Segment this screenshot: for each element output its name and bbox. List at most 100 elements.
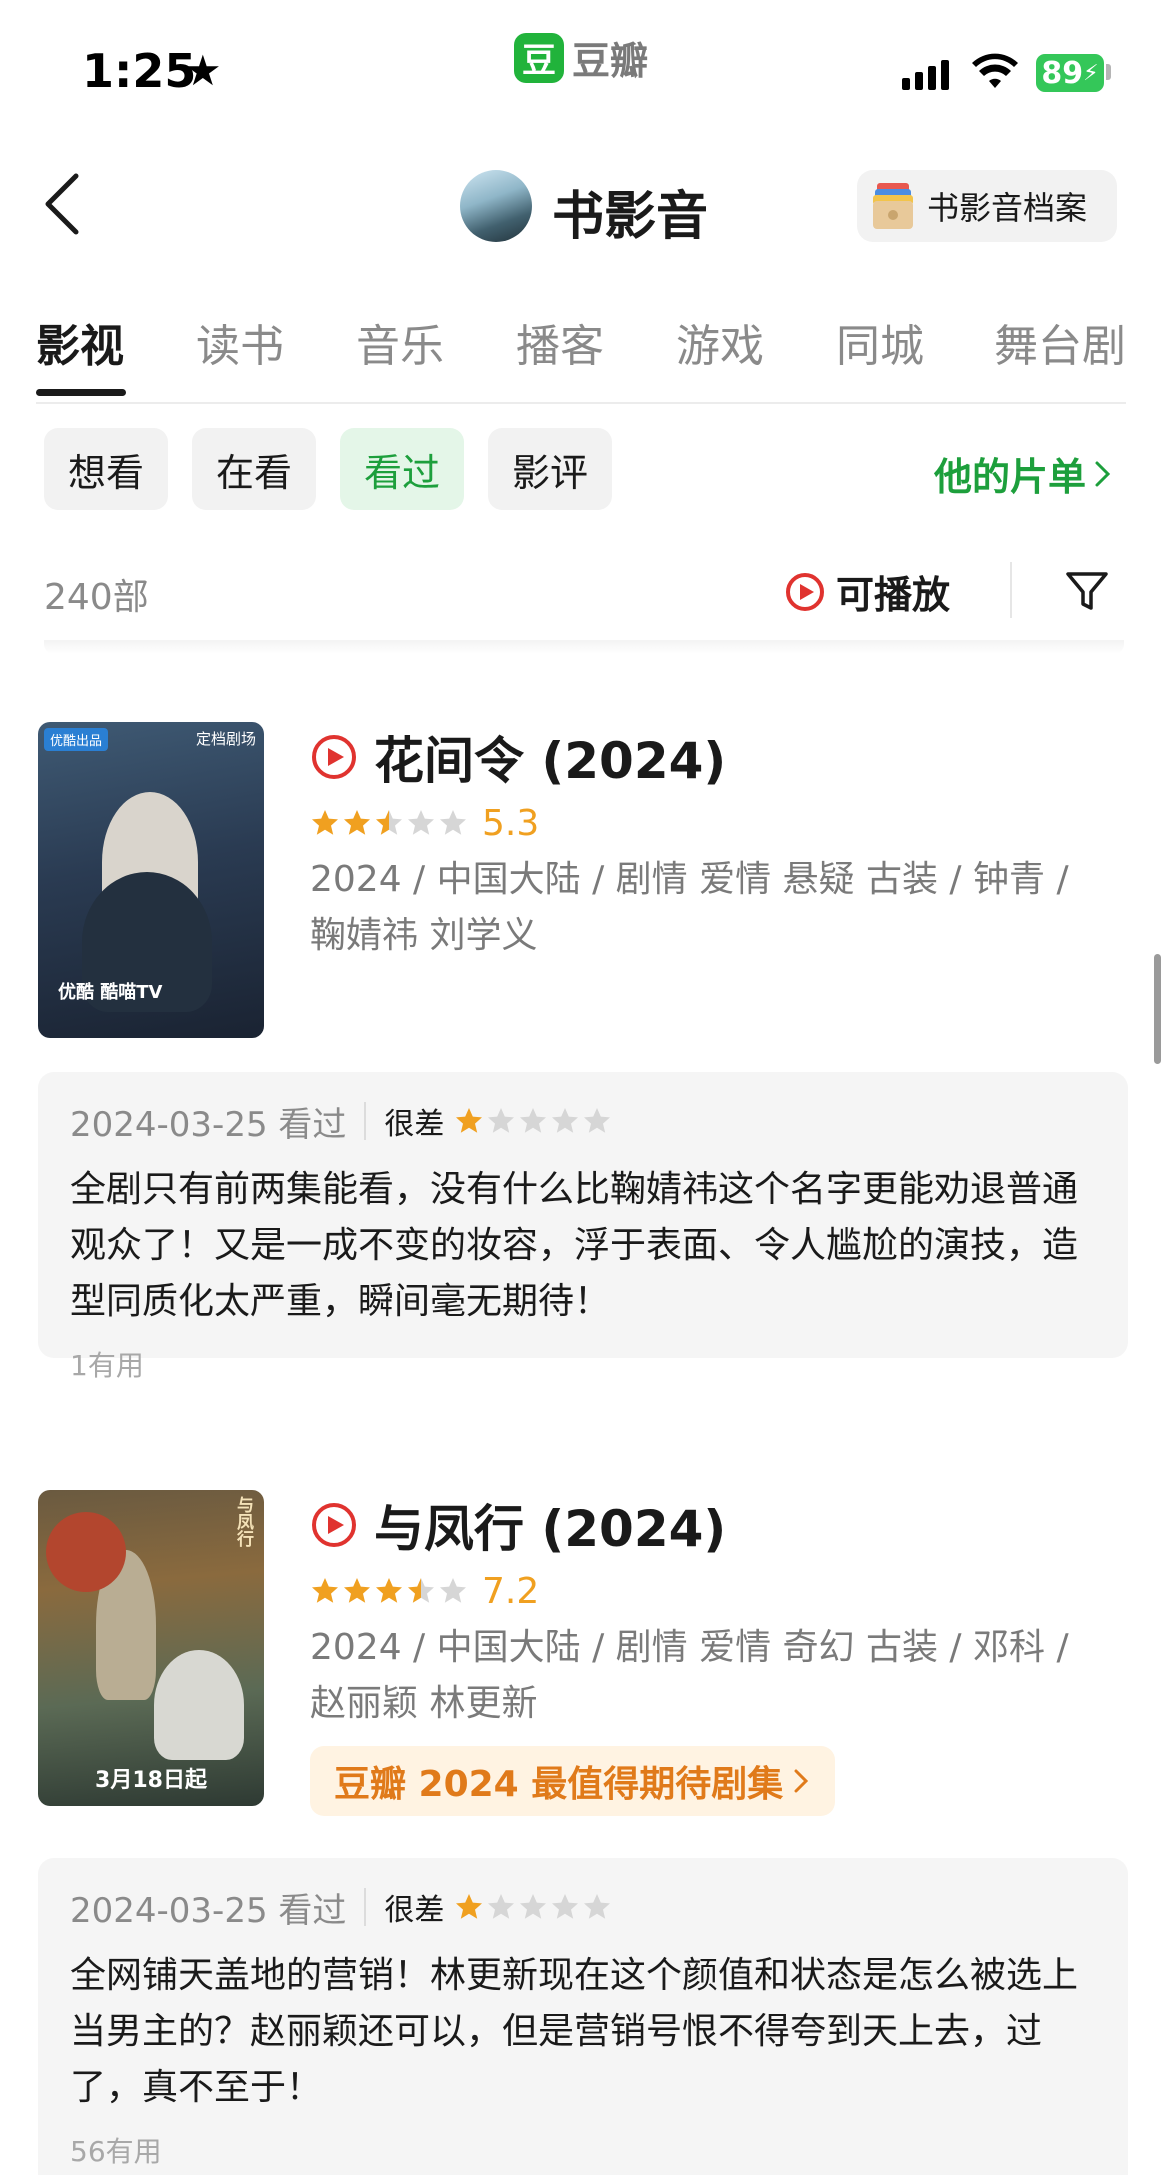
chip-want-to-watch[interactable]: 想看 (44, 428, 169, 510)
review-text: 全网铺天盖地的营销！林更新现在这个颜值和状态是怎么被选上当男主的？赵丽颖还可以，… (70, 1955, 1079, 2108)
chip-watched[interactable]: 看过 (340, 428, 465, 510)
star-icon (520, 1894, 547, 1919)
star-icon (456, 1894, 483, 1919)
battery-cap (1106, 64, 1111, 80)
tab-podcasts[interactable]: 播客 (516, 300, 676, 400)
archive-button[interactable]: 书影音档案 (857, 170, 1117, 242)
helpful-count[interactable]: 1有用 (70, 1344, 1096, 1384)
movie-info: 与凤行 (2024) 7.2 2024 / 中国大陆 / 剧情 爱情 奇幻 古装… (310, 1490, 1130, 1816)
poster-tree (46, 1512, 126, 1592)
review-stars (454, 1892, 612, 1922)
toolbar-divider (1010, 562, 1012, 618)
archive-box-icon (873, 183, 913, 229)
poster-tag: 优酷出品 (44, 728, 109, 751)
status-filter-chips: 想看 在看 看过 影评 (44, 428, 613, 510)
category-tabs: 影视 读书 音乐 播客 游戏 同城 舞台剧 (36, 300, 1126, 404)
star-icon (552, 1894, 579, 1919)
star-icon (456, 1108, 483, 1133)
tab-local[interactable]: 同城 (836, 300, 994, 400)
star-icon: ★ (184, 46, 222, 95)
star-icon (440, 1578, 466, 1603)
star-icon (584, 1894, 611, 1919)
scrollbar[interactable] (1154, 954, 1161, 1064)
play-circle-icon[interactable] (310, 1501, 358, 1549)
tab-books[interactable]: 读书 (196, 300, 356, 400)
star-icon (344, 1578, 370, 1603)
movie-title[interactable]: 与凤行 (2024) (374, 1489, 726, 1561)
tab-label: 读书 (196, 321, 284, 372)
rating-score: 7.2 (482, 1570, 540, 1612)
star-icon (584, 1108, 611, 1133)
poster-corner-text: 与凤行 (233, 1496, 253, 1547)
status-time: 1:25 (82, 44, 197, 98)
tab-movies[interactable]: 影视 (36, 300, 196, 400)
review-divider (364, 1888, 367, 1926)
back-button[interactable] (36, 168, 96, 238)
tab-label: 游戏 (676, 321, 764, 372)
battery-level: 89 (1041, 55, 1084, 91)
helpful-count[interactable]: 56有用 (70, 2130, 1096, 2170)
tab-games[interactable]: 游戏 (676, 300, 836, 400)
star-icon (520, 1108, 547, 1133)
archive-label: 书影音档案 (927, 189, 1088, 227)
tab-label: 音乐 (356, 321, 444, 372)
poster-release-date: 3月18日起 (95, 1768, 207, 1793)
rating-stars (310, 808, 468, 838)
chip-reviews[interactable]: 影评 (488, 428, 613, 510)
review-card[interactable]: 2024-03-25 看过 很差 全剧只有前两集能看，没有什么比鞠婧祎这个名字更… (38, 1072, 1128, 1382)
review-divider (364, 1102, 367, 1140)
item-count: 240部 (44, 577, 149, 618)
status-bar: 1:25 ★ 豆 豆瓣 89 ⚡ (0, 0, 1170, 140)
star-icon (312, 810, 338, 835)
movie-meta: 2024 / 中国大陆 / 剧情 爱情 奇幻 古装 / 邓科 / 赵丽颖 林更新 (310, 1627, 1069, 1724)
review-card[interactable]: 2024-03-25 看过 很差 全网铺天盖地的营销！林更新现在这个颜值和状态是… (38, 1858, 1128, 2175)
nav-header: 书影音 书影音档案 (0, 150, 1170, 260)
tab-label: 舞台剧 (994, 321, 1126, 372)
chevron-right-icon (1095, 461, 1111, 486)
poster-corner-text: 定档剧场 (195, 730, 256, 748)
page-title: 书影音 (552, 187, 709, 247)
tab-label: 同城 (836, 321, 924, 372)
review-text: 全剧只有前两集能看，没有什么比鞠婧祎这个名字更能劝退普通观众了！又是一成不变的妆… (70, 1169, 1079, 1322)
promo-badge[interactable]: 豆瓣 2024 最值得期待剧集 (310, 1746, 836, 1816)
section-divider (44, 640, 1124, 654)
playable-label: 可播放 (836, 573, 951, 617)
user-avatar[interactable] (460, 170, 532, 242)
play-circle-icon[interactable] (310, 733, 358, 781)
movie-title[interactable]: 花间令 (2024) (374, 721, 726, 793)
app-badge: 豆 豆瓣 (514, 30, 648, 85)
playlist-link[interactable]: 他的片单 (934, 446, 1114, 501)
movie-meta: 2024 / 中国大陆 / 剧情 爱情 悬疑 古装 / 钟青 / 鞠婧祎 刘学义 (310, 859, 1069, 956)
star-icon (408, 1578, 434, 1603)
chip-watching[interactable]: 在看 (192, 428, 317, 510)
playable-toggle[interactable]: 可播放 (784, 564, 950, 619)
poster-platform: 优酷 酷喵TV (58, 982, 163, 1003)
douban-logo-icon: 豆 (514, 32, 564, 83)
movie-poster[interactable]: 优酷出品 定档剧场 优酷 酷喵TV (38, 722, 264, 1038)
play-circle-icon (786, 572, 824, 611)
star-icon (376, 1578, 402, 1603)
chevron-right-icon (794, 1769, 809, 1793)
list-toolbar: 240部 可播放 (44, 560, 1124, 626)
review-date: 2024-03-25 看过 (70, 1104, 347, 1145)
tab-music[interactable]: 音乐 (356, 300, 516, 400)
review-stars (454, 1106, 612, 1136)
star-icon (312, 1578, 338, 1603)
review-date: 2024-03-25 看过 (70, 1890, 347, 1931)
star-icon (344, 810, 370, 835)
movie-poster[interactable]: 与凤行 3月18日起 (38, 1490, 264, 1806)
tab-stage[interactable]: 舞台剧 (994, 300, 1126, 400)
rating-stars (310, 1576, 468, 1606)
star-icon (488, 1894, 515, 1919)
review-grade: 很差 (384, 1107, 445, 1142)
star-icon (488, 1108, 515, 1133)
filter-icon[interactable] (1062, 566, 1112, 616)
tab-label: 影视 (36, 321, 124, 372)
star-icon (376, 810, 402, 835)
app-name: 豆瓣 (572, 39, 649, 83)
star-icon (552, 1108, 579, 1133)
review-grade: 很差 (384, 1893, 445, 1928)
star-icon (408, 810, 434, 835)
rating-score: 5.3 (482, 802, 540, 844)
tab-label: 播客 (516, 321, 604, 372)
